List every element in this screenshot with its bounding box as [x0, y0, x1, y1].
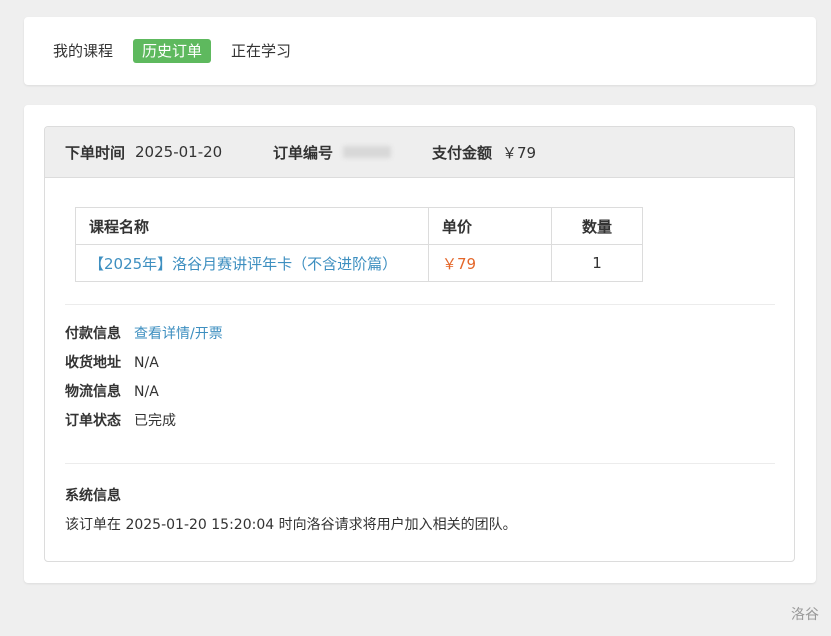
- order-info: 付款信息 查看详情/开票 收货地址 N/A 物流信息 N/A 订单状态 已完成: [65, 323, 223, 439]
- order-time-value: 2025-01-20: [135, 143, 223, 161]
- order-items-table: 课程名称 单价 数量 【2025年】洛谷月赛讲评年卡（不含进阶篇） ￥79 1: [75, 207, 643, 282]
- order-amount-label: 支付金额: [432, 143, 493, 162]
- address-row: 收货地址 N/A: [65, 352, 223, 381]
- logistics-row: 物流信息 N/A: [65, 381, 223, 410]
- system-info: 系统信息 该订单在 2025-01-20 15:20:04 时向洛谷请求将用户加…: [65, 485, 517, 536]
- header-quantity: 数量: [551, 207, 643, 245]
- payment-row: 付款信息 查看详情/开票: [65, 323, 223, 352]
- order-amount-value: ￥79: [502, 143, 537, 162]
- system-info-title: 系统信息: [65, 488, 121, 504]
- status-row: 订单状态 已完成: [65, 410, 223, 439]
- course-link[interactable]: 【2025年】洛谷月赛讲评年卡（不含进阶篇）: [89, 255, 397, 273]
- tab-order-history[interactable]: 历史订单: [133, 39, 212, 63]
- payment-details-link[interactable]: 查看详情/开票: [134, 323, 223, 352]
- order-panel: 下单时间 2025-01-20 订单编号 支付金额 ￥79 课程名称 单价 数量: [44, 126, 795, 562]
- order-number-label: 订单编号: [273, 143, 334, 162]
- tab-card: 我的课程 历史订单 正在学习: [24, 17, 816, 85]
- tab-my-courses[interactable]: 我的课程: [44, 39, 122, 63]
- logistics-label: 物流信息: [65, 384, 121, 400]
- order-number: 订单编号: [273, 142, 432, 163]
- payment-label: 付款信息: [65, 326, 121, 342]
- tab-learning[interactable]: 正在学习: [222, 39, 300, 63]
- order-number-redacted: [343, 146, 392, 158]
- footer-brand: 洛谷: [791, 607, 819, 623]
- system-info-text: 该订单在 2025-01-20 15:20:04 时向洛谷请求将用户加入相关的团…: [65, 517, 517, 533]
- quantity-cell: 1: [551, 244, 643, 282]
- logistics-value: N/A: [134, 384, 159, 400]
- order-amount: 支付金额 ￥79: [432, 142, 536, 163]
- unit-price-cell: ￥79: [428, 244, 552, 282]
- status-label: 订单状态: [65, 413, 121, 429]
- table-row: 【2025年】洛谷月赛讲评年卡（不含进阶篇） ￥79 1: [75, 244, 643, 282]
- status-value: 已完成: [134, 413, 176, 429]
- order-time-label: 下单时间: [65, 143, 126, 162]
- divider: [65, 463, 775, 464]
- header-unit-price: 单价: [428, 207, 552, 245]
- course-name-cell: 【2025年】洛谷月赛讲评年卡（不含进阶篇）: [75, 244, 429, 282]
- tab-bar: 我的课程 历史订单 正在学习: [24, 17, 816, 85]
- address-label: 收货地址: [65, 355, 121, 371]
- table-header-row: 课程名称 单价 数量: [75, 207, 643, 245]
- order-header: 下单时间 2025-01-20 订单编号 支付金额 ￥79: [45, 127, 794, 178]
- header-course-name: 课程名称: [75, 207, 429, 245]
- divider: [65, 304, 775, 305]
- order-list-card: 下单时间 2025-01-20 订单编号 支付金额 ￥79 课程名称 单价 数量: [24, 105, 816, 583]
- address-value: N/A: [134, 355, 159, 371]
- order-time: 下单时间 2025-01-20: [65, 142, 273, 163]
